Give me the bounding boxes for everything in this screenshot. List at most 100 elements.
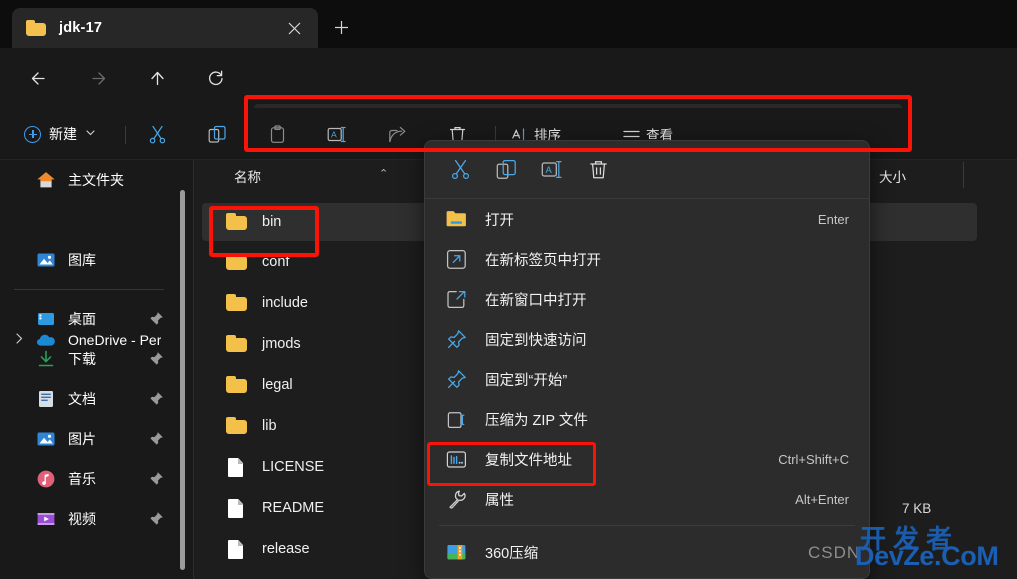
context-menu-item-label: 属性 (485, 492, 514, 509)
cut-icon[interactable] (437, 151, 483, 189)
cut-icon[interactable] (142, 120, 172, 148)
column-header-size[interactable]: 大小 (879, 166, 906, 186)
sidebar-item-label: 视频 (68, 511, 96, 527)
open-new-window-icon (445, 288, 467, 310)
copy-icon[interactable] (483, 151, 529, 189)
context-menu-divider (439, 525, 855, 526)
sidebar-item-downloads[interactable]: 下载 (0, 339, 180, 379)
sidebar-item-videos[interactable]: 视频 (0, 499, 180, 539)
sidebar-item-home[interactable]: 主文件夹 (0, 160, 180, 200)
pin-icon (445, 368, 467, 390)
zip-icon (445, 408, 467, 430)
file-name: release (262, 541, 310, 557)
context-menu-item-open-new-window[interactable]: 在新窗口中打开 (425, 279, 869, 319)
watermark-en: DevZe.CoM (855, 541, 999, 571)
context-menu-item-360zip[interactable]: 360压缩 (425, 532, 869, 572)
file-icon (226, 540, 248, 559)
context-menu-item-label: 复制文件地址 (485, 452, 572, 469)
refresh-button[interactable] (199, 62, 231, 94)
new-tab-button[interactable] (326, 12, 356, 42)
folder-icon (226, 253, 248, 271)
file-name: conf (262, 254, 290, 270)
sidebar-item-gallery[interactable]: 图库 (0, 240, 180, 280)
folder-icon (226, 213, 248, 231)
sidebar-item-label: 文档 (68, 391, 96, 407)
context-menu-item-label: 打开 (485, 212, 514, 229)
pin-icon[interactable] (149, 431, 164, 446)
download-icon (36, 349, 56, 369)
sidebar-scrollbar-thumb[interactable] (180, 190, 185, 570)
music-icon (36, 469, 56, 489)
pin-icon[interactable] (149, 311, 164, 326)
back-button[interactable] (22, 62, 54, 94)
context-menu-item-accel: Enter (817, 211, 849, 227)
context-menu-item-copy-path[interactable]: 复制文件地址 Ctrl+Shift+C (425, 439, 869, 479)
up-button[interactable] (141, 62, 173, 94)
context-menu-item-open-new-tab[interactable]: 在新标签页中打开 (425, 239, 869, 279)
pictures-icon (36, 429, 56, 449)
sidebar-divider (14, 289, 164, 290)
context-menu-item-compress-zip[interactable]: 压缩为 ZIP 文件 (425, 399, 869, 439)
context-menu-item-label: 在新标签页中打开 (485, 252, 601, 269)
file-name: lib (262, 418, 277, 434)
tab-jdk-17[interactable]: jdk-17 (12, 8, 318, 48)
rename-icon[interactable]: A (529, 151, 575, 189)
column-header-name[interactable]: 名称 (234, 166, 261, 186)
pin-icon[interactable] (149, 471, 164, 486)
copy-path-icon (445, 448, 467, 470)
file-size: 7 KB (902, 500, 932, 516)
context-menu-item-accel: Alt+Enter (795, 491, 849, 507)
context-menu-item-open[interactable]: 打开 Enter (425, 199, 869, 239)
pin-icon (445, 328, 467, 350)
context-menu-item-label: 固定到“开始” (485, 372, 568, 389)
file-name: include (262, 295, 308, 311)
context-menu-item-label: 在新窗口中打开 (485, 292, 587, 309)
svg-text:A: A (331, 129, 337, 139)
file-name: README (262, 500, 325, 516)
desktop-icon (36, 309, 56, 329)
context-menu-header: A (425, 141, 869, 199)
watermark-csdn: CSDN (808, 543, 861, 562)
sidebar-item-label: 主文件夹 (68, 172, 124, 188)
column-divider[interactable] (963, 162, 964, 188)
file-name: bin (262, 214, 282, 230)
open-new-tab-icon (445, 248, 467, 270)
context-menu-item-label: 压缩为 ZIP 文件 (485, 412, 588, 429)
pin-icon[interactable] (149, 351, 164, 366)
navigation-bar: › 此电脑 › 系统 (C:) › Program Files › Java ›… (0, 48, 1017, 152)
svg-text:A: A (546, 164, 553, 175)
sidebar-item-music[interactable]: 音乐 (0, 459, 180, 499)
delete-icon[interactable] (575, 151, 621, 189)
folder-icon (226, 294, 248, 312)
context-menu: A 打开 Enter 在新标签页中打开 在新窗口中打开 固定到快速访问 固定到“… (424, 140, 870, 579)
forward-button[interactable] (82, 62, 114, 94)
gallery-icon (36, 250, 56, 270)
context-menu-item-pin-quick-access[interactable]: 固定到快速访问 (425, 319, 869, 359)
sidebar-item-pictures[interactable]: 图片 (0, 419, 180, 459)
paste-icon[interactable] (262, 120, 292, 148)
context-menu-item-label: 360压缩 (485, 545, 539, 562)
close-icon[interactable] (280, 14, 308, 42)
context-menu-item-label: 固定到快速访问 (485, 332, 587, 349)
pin-icon[interactable] (149, 391, 164, 406)
file-name: legal (262, 377, 293, 393)
sidebar-item-label: 图库 (68, 252, 96, 268)
tab-title: jdk-17 (59, 20, 103, 36)
sort-ascending-icon: ⌃ (379, 167, 389, 180)
file-icon (226, 499, 248, 518)
file-explorer-window: jdk-17 新建 A 排序 查看 主文件夹 图库 OneDrive - Per… (0, 0, 1017, 579)
new-button[interactable]: 新建 (16, 118, 103, 150)
sidebar-item-desktop[interactable]: 桌面 (0, 299, 180, 339)
file-icon (226, 458, 248, 477)
context-menu-item-pin-to-start[interactable]: 固定到“开始” (425, 359, 869, 399)
share-icon[interactable] (382, 120, 412, 148)
context-menu-item-properties[interactable]: 属性 Alt+Enter (425, 479, 869, 519)
chevron-down-icon (86, 129, 95, 139)
pin-icon[interactable] (149, 511, 164, 526)
sidebar-item-documents[interactable]: 文档 (0, 379, 180, 419)
copy-icon[interactable] (202, 120, 232, 148)
rename-icon[interactable]: A (322, 120, 352, 148)
sidebar-item-label: 图片 (68, 431, 96, 447)
wrench-icon (445, 488, 467, 510)
plus-circle-icon (24, 125, 41, 143)
